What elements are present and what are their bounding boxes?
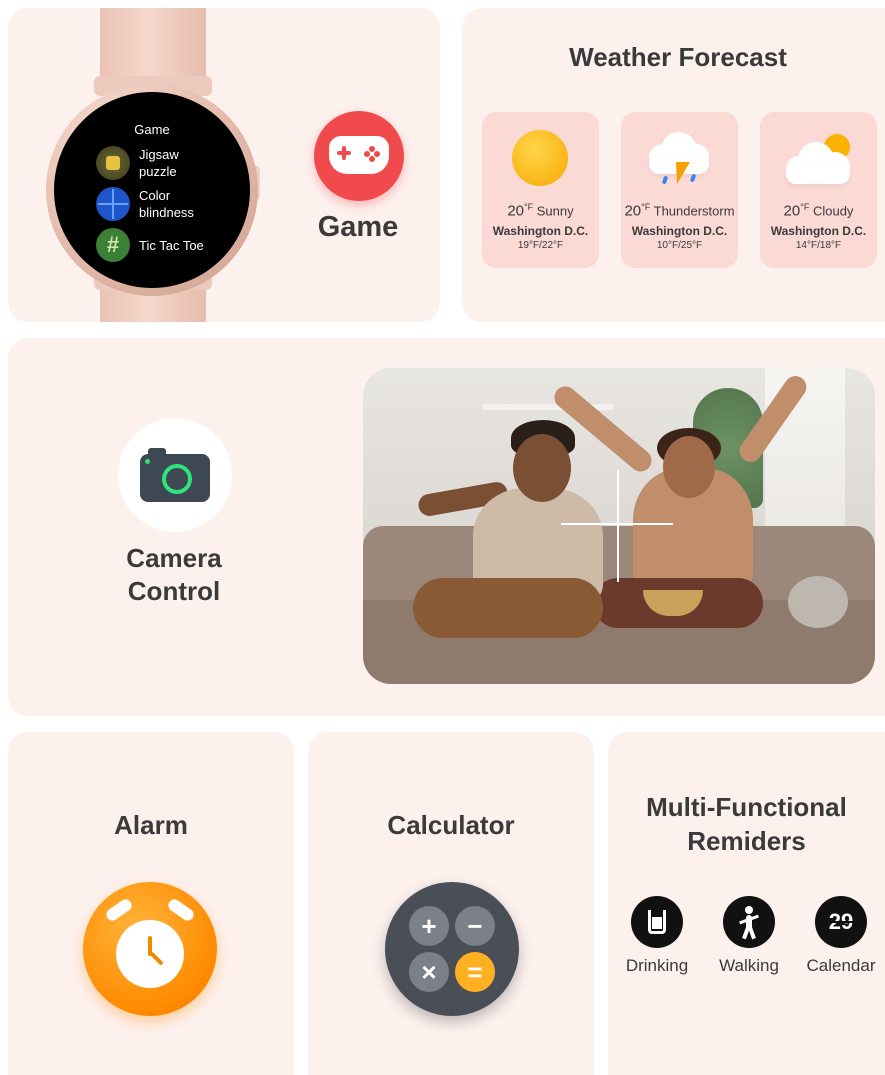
alarm-clock-icon[interactable] [83, 882, 217, 1016]
reminders-title: Multi-Functional Remiders [646, 792, 847, 856]
calendar-icon: 29 [815, 896, 867, 948]
watch-app-tic-tac-toe[interactable]: Tic Tac Toe [96, 228, 219, 262]
watch-app-color-blindness[interactable]: Color blindness [96, 187, 219, 221]
forecast-temperature: 20°F Cloudy [783, 202, 854, 220]
weather-title: Weather Forecast [569, 42, 787, 72]
calc-equals-button: = [455, 952, 495, 992]
reminder-drinking[interactable]: Drinking [612, 896, 702, 976]
calc-minus-button: − [455, 906, 495, 946]
gamepad-shape [329, 136, 389, 174]
camera-preview-photo [363, 368, 875, 684]
camera-control-label: Camera Control [126, 543, 222, 606]
reminder-label: Walking [719, 956, 779, 975]
game-feature-label: Game [317, 211, 399, 243]
forecast-city: Washington D.C. [492, 224, 589, 238]
watch-app-label: Color blindness [139, 188, 194, 220]
gamepad-button [374, 151, 380, 157]
gamepad-button [364, 151, 370, 157]
forecast-tile-sunny[interactable]: 20°F Sunny Washington D.C. 19°F/22°F [482, 112, 599, 268]
watch-app-label: Jigsaw puzzle [139, 147, 179, 179]
forecast-range: 14°F/18°F [795, 240, 842, 251]
focus-crosshair [617, 470, 619, 582]
calculator-card: Calculator + − × = [308, 732, 594, 1075]
watch-app-label: Tic Tac Toe [139, 237, 204, 253]
sun-icon [512, 130, 568, 186]
color-blindness-icon [96, 187, 130, 221]
alarm-title: Alarm [114, 810, 188, 840]
jigsaw-puzzle-icon [96, 146, 130, 180]
weather-forecast-card: Weather Forecast 20°F Sunny Washington D… [462, 8, 885, 322]
reminders-card: Multi-Functional Remiders Drinking Walki… [608, 732, 885, 1075]
forecast-temperature: 20°F Sunny [507, 202, 574, 220]
forecast-range: 19°F/22°F [517, 240, 564, 251]
walking-person-icon [723, 896, 775, 948]
gamepad-dpad [342, 146, 346, 160]
forecast-city: Washington D.C. [631, 224, 728, 238]
watch-screen: Game Jigsaw puzzle Color blindness Tic T… [54, 92, 250, 288]
calculator-title: Calculator [387, 810, 515, 840]
camera-icon[interactable] [118, 418, 232, 532]
watch-screen-title: Game [134, 122, 170, 137]
watch-app-jigsaw[interactable]: Jigsaw puzzle [96, 146, 219, 180]
reminder-label: Drinking [625, 956, 689, 975]
drinking-cup-icon [631, 896, 683, 948]
forecast-temperature: 20°F Thunderstorm [624, 202, 735, 220]
forecast-range: 10°F/25°F [656, 240, 703, 251]
game-feature-card: Game Jigsaw puzzle Color blindness Tic T… [8, 8, 440, 322]
gamepad-icon [314, 111, 404, 201]
forecast-tile-thunderstorm[interactable]: 20°F Thunderstorm Washington D.C. 10°F/2… [621, 112, 738, 268]
reminder-label: Calendar [806, 956, 876, 975]
calc-multiply-button: × [409, 952, 449, 992]
forecast-city: Washington D.C. [770, 224, 867, 238]
reminder-walking[interactable]: Walking [704, 896, 794, 976]
reminder-calendar[interactable]: 29 Calendar [796, 896, 885, 976]
alarm-card: Alarm [8, 732, 294, 1075]
tic-tac-toe-icon [96, 228, 130, 262]
calculator-icon[interactable]: + − × = [385, 882, 519, 1016]
camera-control-card: Camera Control [8, 338, 885, 716]
gamepad-button [369, 156, 375, 162]
calc-plus-button: + [409, 906, 449, 946]
forecast-tile-cloudy[interactable]: 20°F Cloudy Washington D.C. 14°F/18°F [760, 112, 877, 268]
